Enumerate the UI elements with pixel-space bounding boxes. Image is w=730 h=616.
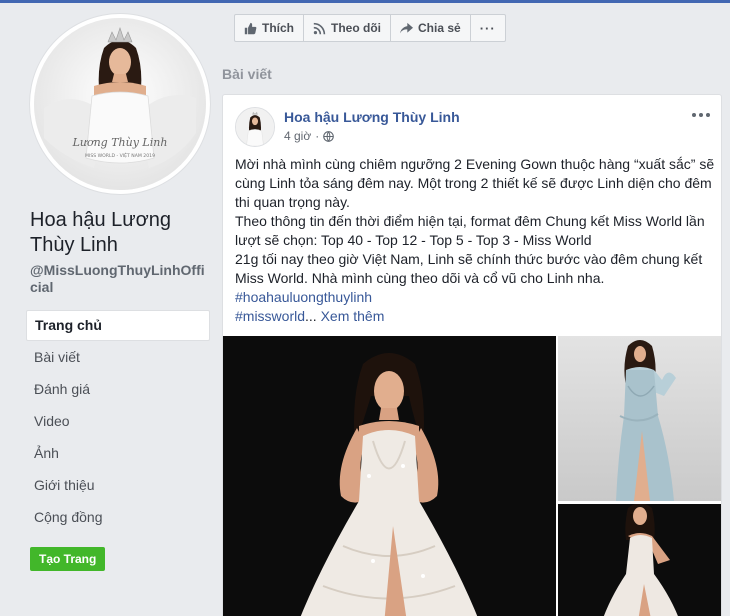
thumbs-up-icon (244, 22, 257, 34)
share-label: Chia sẻ (418, 21, 461, 35)
rss-icon (313, 22, 326, 34)
nav-item-community[interactable]: Cộng đồng (26, 501, 210, 533)
top-bar (0, 0, 730, 3)
globe-icon (323, 130, 335, 142)
post-author-avatar[interactable] (235, 107, 275, 147)
share-button[interactable]: Chia sẻ (391, 15, 471, 41)
share-arrow-icon (400, 22, 413, 33)
post-photo-side-1[interactable] (558, 336, 721, 501)
page-title[interactable]: Hoa hậu Lương Thùy Linh (30, 208, 210, 258)
svg-text:Lương Thùy Linh: Lương Thùy Linh (72, 136, 168, 149)
ellipsis: ... (305, 308, 317, 324)
meta-separator: · (315, 129, 320, 143)
follow-label: Theo dõi (331, 21, 381, 35)
post-photo-side-2[interactable] (558, 504, 721, 616)
post-author-name[interactable]: Hoa hậu Lương Thùy Linh (284, 109, 460, 125)
create-page-button[interactable]: Tạo Trang (30, 547, 106, 571)
nav-item-videos[interactable]: Video (26, 405, 210, 437)
post-paragraph: 21g tối nay theo giờ Việt Nam, Linh sẽ c… (235, 251, 703, 286)
avatar-image (236, 108, 274, 146)
page-nav: Trang chủ Bài viết Đánh giá Video Ảnh Gi… (26, 310, 210, 533)
page-username[interactable]: @MissLuongThuyLinhOfficial (30, 262, 210, 296)
profile-picture[interactable]: Lương Thùy Linh MISS WORLD - VIỆT NAM 20… (30, 14, 210, 194)
see-more-link[interactable]: Xem thêm (321, 308, 385, 324)
profile-photo: Lương Thùy Linh MISS WORLD - VIỆT NAM 20… (34, 18, 206, 190)
post-paragraph: Theo thông tin đến thời điểm hiện tại, f… (235, 213, 705, 248)
photo-white-gown-2 (558, 504, 721, 616)
post-meta: 4 giờ · (284, 129, 335, 143)
nav-item-home[interactable]: Trang chủ (26, 310, 210, 341)
post-photo-main[interactable] (223, 336, 556, 616)
nav-item-about[interactable]: Giới thiệu (26, 469, 210, 501)
more-actions-button[interactable]: ··· (471, 15, 505, 41)
post-card: Hoa hậu Lương Thùy Linh 4 giờ · Mời nhà … (222, 94, 722, 616)
dot-icon (692, 113, 696, 117)
post-timestamp[interactable]: 4 giờ (284, 129, 311, 143)
photo-white-gown (223, 336, 556, 616)
photo-blue-gown (558, 336, 721, 501)
dot-icon (699, 113, 703, 117)
more-dots-icon: ··· (479, 20, 496, 36)
nav-item-photos[interactable]: Ảnh (26, 437, 210, 469)
dot-icon (706, 113, 710, 117)
nav-item-reviews[interactable]: Đánh giá (26, 373, 210, 405)
post-body: Mời nhà mình cùng chiêm ngưỡng 2 Evening… (235, 155, 717, 326)
like-button[interactable]: Thích (235, 15, 304, 41)
page-action-bar: Thích Theo dõi Chia sẻ ··· (234, 14, 506, 42)
like-label: Thích (262, 21, 294, 35)
post-options-button[interactable] (690, 107, 712, 123)
hashtag-link[interactable]: #missworld (235, 308, 305, 324)
posts-section-title: Bài viết (222, 66, 272, 82)
nav-item-posts[interactable]: Bài viết (26, 341, 210, 373)
hashtag-link[interactable]: #hoahauluongthuylinh (235, 289, 372, 305)
post-paragraph: Mời nhà mình cùng chiêm ngưỡng 2 Evening… (235, 156, 715, 210)
follow-button[interactable]: Theo dõi (304, 15, 391, 41)
